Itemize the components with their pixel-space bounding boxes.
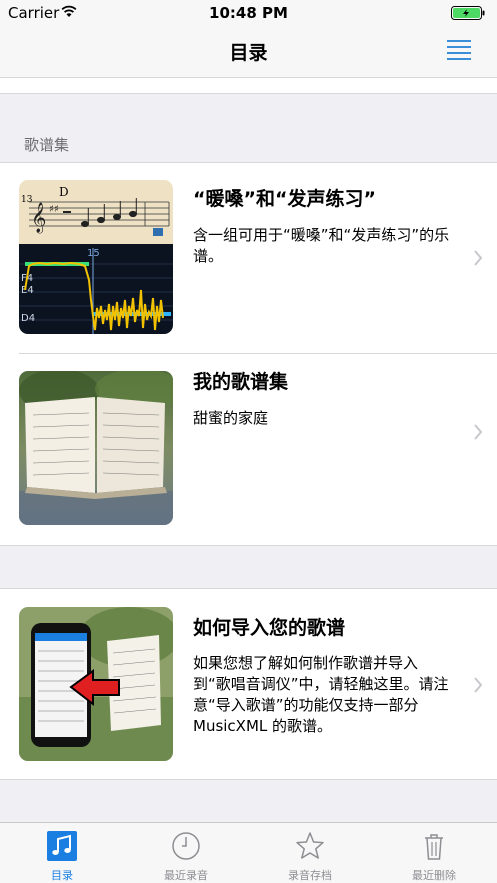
content-list[interactable]: 歌谱集 13 D 𝄞 ♯♯ 15 F4 E4 D4 “暖嗓”和“发声练习” 含一… <box>0 78 497 822</box>
chevron-right-icon <box>474 424 483 440</box>
tab-bar: 目录 最近录音 录音存档 最近删除 <box>0 822 497 883</box>
star-icon <box>296 832 324 859</box>
chevron-right-icon <box>474 250 483 266</box>
warmup-thumbnail: 13 D 𝄞 ♯♯ 15 F4 E4 D4 <box>19 180 173 334</box>
cell-description: 甜蜜的家庭 <box>193 409 269 427</box>
top-group-edge <box>0 78 497 94</box>
clock-icon <box>172 832 200 860</box>
tab-label: 最近删除 <box>412 869 456 882</box>
list-item-warmup[interactable]: 13 D 𝄞 ♯♯ 15 F4 E4 D4 “暖嗓”和“发声练习” 含一组可用于… <box>0 163 497 353</box>
tab-catalog[interactable]: 目录 <box>0 823 124 883</box>
list-item-my-songbook[interactable]: 我的歌谱集 甜蜜的家庭 <box>0 354 497 546</box>
tab-label: 最近录音 <box>164 869 208 882</box>
pitch-label-d4: D4 <box>21 313 35 324</box>
cell-title: “暖嗓”和“发声练习” <box>193 188 376 210</box>
songbook-group: 13 D 𝄞 ♯♯ 15 F4 E4 D4 “暖嗓”和“发声练习” 含一组可用于… <box>0 162 497 546</box>
import-illustration <box>19 607 173 761</box>
pitch-graph-image: 13 D 𝄞 ♯♯ 15 F4 E4 D4 <box>19 180 173 334</box>
cell-title: 我的歌谱集 <box>193 371 289 393</box>
cell-description: 含一组可用于“暖嗓”和“发声练习”的乐谱。 <box>193 226 450 265</box>
tab-recently-deleted[interactable]: 最近删除 <box>372 823 496 883</box>
chevron-right-icon <box>474 677 483 693</box>
trash-icon <box>425 834 443 860</box>
songbook-thumbnail <box>19 371 173 525</box>
list-item-import-help[interactable]: 如何导入您的歌谱 如果您想了解如何制作歌谱并导入到“歌唱音调仪”中，请轻触这里。… <box>0 589 497 779</box>
svg-text:♯♯: ♯♯ <box>49 204 59 215</box>
music-note-icon <box>47 831 77 861</box>
chord-label: D <box>59 185 69 199</box>
tab-label: 录音存档 <box>288 869 332 882</box>
import-thumbnail <box>19 607 173 761</box>
open-book-image <box>19 371 173 525</box>
section-header: 歌谱集 <box>24 136 70 154</box>
status-time: 10:48 PM <box>209 4 288 22</box>
tab-recent-recordings[interactable]: 最近录音 <box>124 823 248 883</box>
tab-label: 目录 <box>51 869 73 882</box>
beat-label: 15 <box>87 248 100 259</box>
tab-recording-archive[interactable]: 录音存档 <box>248 823 372 883</box>
list-icon[interactable] <box>447 40 471 60</box>
cell-description: 如果您想了解如何制作歌谱并导入到“歌唱音调仪”中，请轻触这里。请注意“导入歌谱”… <box>193 654 449 735</box>
page-title: 目录 <box>229 42 268 64</box>
import-group: 如何导入您的歌谱 如果您想了解如何制作歌谱并导入到“歌唱音调仪”中，请轻触这里。… <box>0 588 497 780</box>
svg-text:𝄞: 𝄞 <box>31 202 46 234</box>
navigation-bar: Carrier 10:48 PM 目录 <box>0 0 497 78</box>
cell-title: 如何导入您的歌谱 <box>193 617 346 639</box>
battery-icon <box>451 6 485 20</box>
status-bar: Carrier 10:48 PM <box>0 0 497 26</box>
pitch-label-e4: E4 <box>21 285 34 296</box>
